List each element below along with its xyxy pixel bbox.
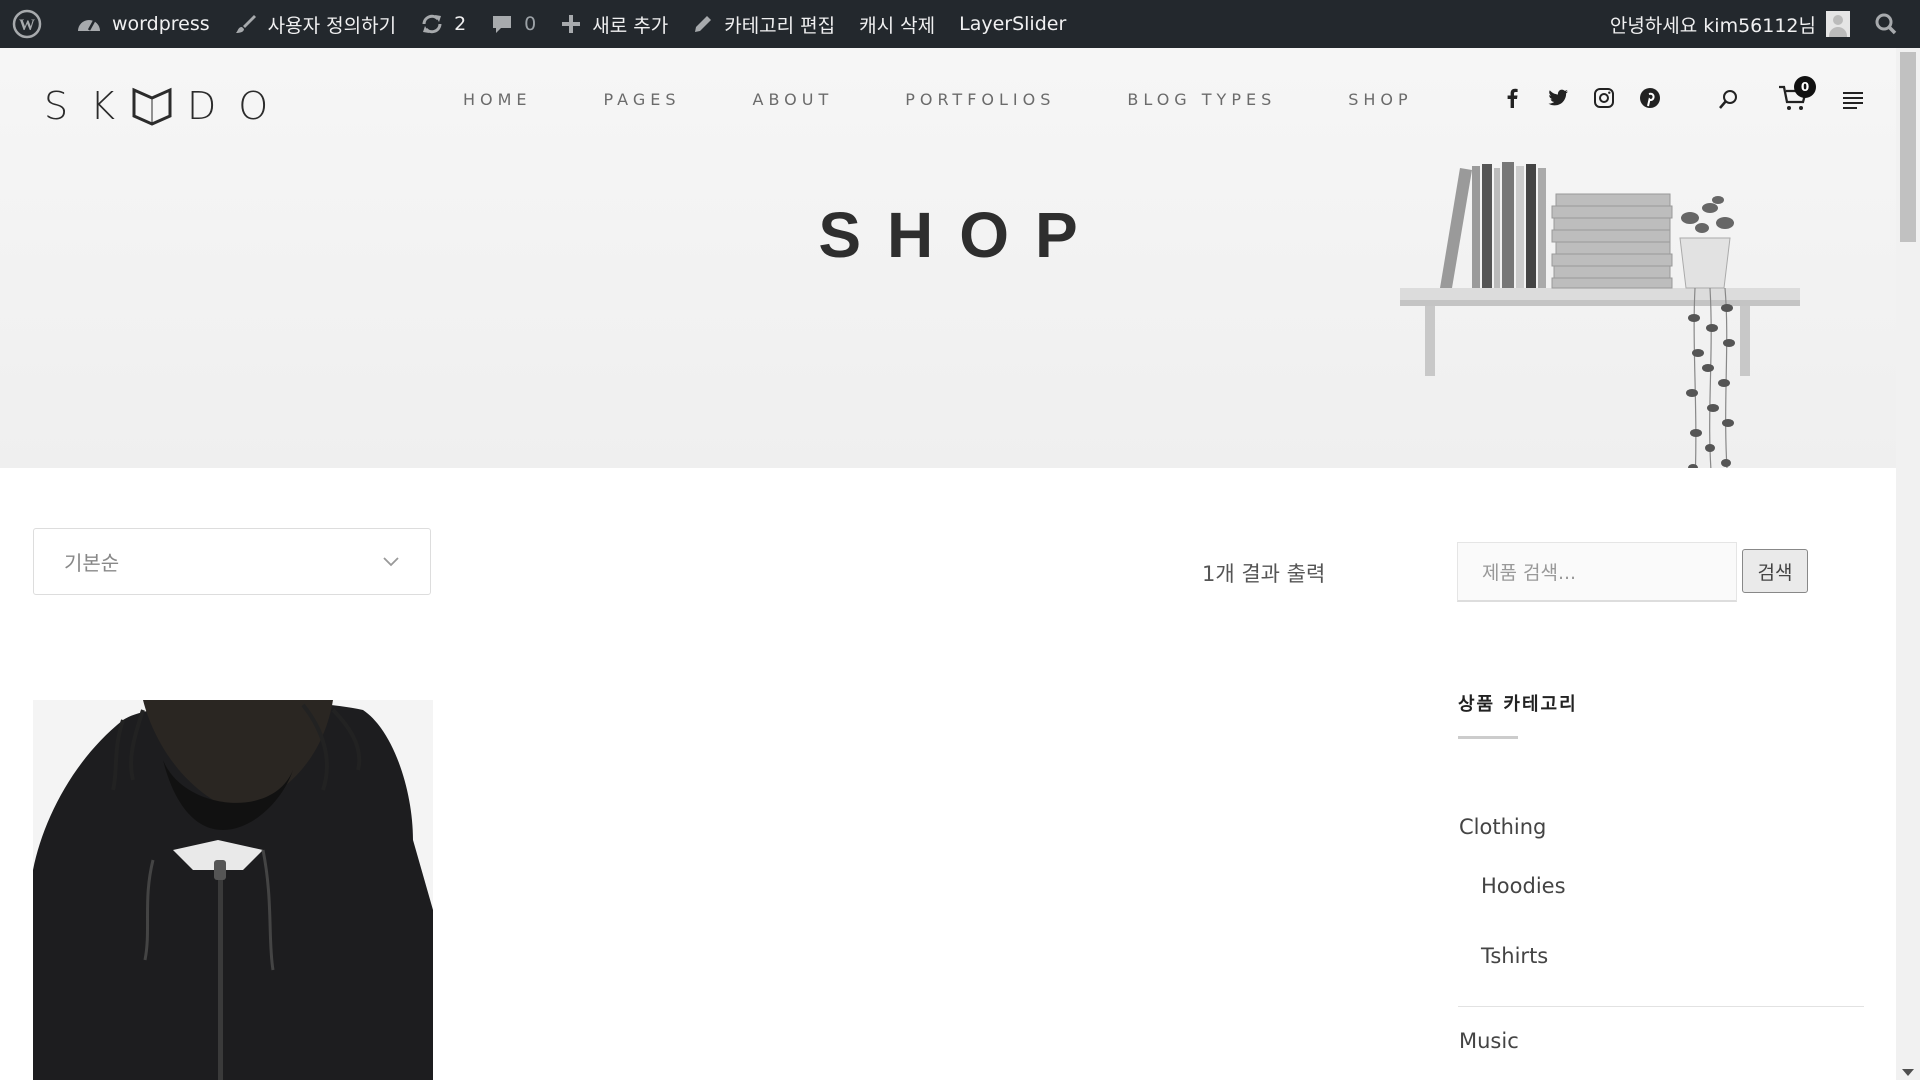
widget-title-underline [1458, 736, 1518, 739]
brush-icon [235, 15, 256, 33]
orderby-select[interactable]: 기본순 [33, 528, 431, 595]
logo-text-right: DO [187, 84, 291, 128]
scroll-down-arrow-icon[interactable] [1902, 1069, 1914, 1076]
main-nav: HOME PAGES ABOUT PORTFOLIOS BLOG TYPES S… [463, 90, 1485, 109]
product-search-button[interactable]: 검색 [1742, 549, 1808, 593]
nav-item-home[interactable]: HOME [463, 90, 532, 109]
nav-item-about[interactable]: ABOUT [753, 90, 834, 109]
updates-icon [422, 14, 442, 34]
updates-count: 2 [454, 13, 467, 35]
social-links [1500, 86, 1662, 110]
product-image[interactable] [33, 700, 433, 1080]
site-name-menu[interactable]: wordpress [64, 0, 222, 48]
comments-link[interactable]: 0 [478, 0, 548, 48]
svg-text:W: W [19, 17, 35, 34]
search-icon [1875, 13, 1897, 35]
categories-widget-title: 상품 카테고리 [1458, 694, 1578, 715]
new-content-menu[interactable]: 새로 추가 [548, 0, 680, 48]
pinterest-icon[interactable] [1638, 86, 1662, 110]
nav-item-pages[interactable]: PAGES [604, 90, 681, 109]
category-music[interactable]: Music [1459, 1029, 1519, 1053]
product-search-input[interactable]: 제품 검색... [1457, 542, 1737, 602]
instagram-icon[interactable] [1592, 86, 1616, 110]
wordpress-icon: W [12, 9, 42, 39]
product-photo-hoodie [33, 700, 433, 1080]
my-account-menu[interactable]: 안녕하세요 kim56112님 [1598, 0, 1862, 48]
chevron-down-icon [383, 556, 399, 566]
clear-cache-label: 캐시 삭제 [859, 14, 936, 37]
edit-category-label: 카테고리 편집 [724, 14, 836, 37]
page-scrollbar[interactable] [1896, 48, 1920, 1080]
dashboard-icon [78, 20, 100, 31]
layerslider-label: LayerSlider [959, 13, 1067, 35]
nav-item-shop[interactable]: SHOP [1348, 90, 1412, 109]
admin-search-button[interactable] [1862, 0, 1920, 48]
wp-logo-menu[interactable]: W [0, 0, 64, 48]
page-hero: SK DO HOME PAGES ABOUT PORTFOLIOS BLOG T… [0, 48, 1896, 468]
pencil-icon [695, 16, 712, 32]
facebook-icon[interactable] [1500, 86, 1524, 110]
shelf-illustration [1400, 162, 1800, 468]
site-name: wordpress [112, 13, 210, 35]
site-logo[interactable]: SK DO [44, 84, 290, 128]
category-clothing[interactable]: Clothing [1459, 815, 1546, 839]
comment-icon [493, 16, 512, 33]
search-placeholder: 제품 검색... [1482, 562, 1577, 584]
category-hoodies[interactable]: Hoodies [1481, 874, 1566, 898]
plus-icon [562, 15, 581, 33]
cart-count-badge: 0 [1794, 76, 1816, 98]
clear-cache-link[interactable]: 캐시 삭제 [847, 0, 947, 48]
customize-link[interactable]: 사용자 정의하기 [222, 0, 408, 48]
scrollbar-thumb[interactable] [1900, 52, 1916, 242]
twitter-icon[interactable] [1546, 86, 1570, 110]
updates-link[interactable]: 2 [408, 0, 478, 48]
nav-item-portfolios[interactable]: PORTFOLIOS [905, 90, 1055, 109]
avatar [1826, 11, 1850, 37]
orderby-value: 기본순 [64, 551, 120, 575]
nav-item-blog-types[interactable]: BLOG TYPES [1127, 90, 1276, 109]
wp-admin-bar: W wordpress 사용자 정의하기 2 0 새로 추가 카테고리 편집 캐… [0, 0, 1920, 48]
category-divider [1458, 1006, 1864, 1007]
new-label: 새로 추가 [592, 14, 669, 37]
edit-category-link[interactable]: 카테고리 편집 [680, 0, 847, 48]
logo-text-left: SK [44, 84, 138, 128]
customize-label: 사용자 정의하기 [267, 14, 397, 37]
category-tshirts[interactable]: Tshirts [1481, 944, 1548, 968]
menu-icon[interactable] [1842, 90, 1864, 110]
greeting: 안녕하세요 kim56112님 [1609, 14, 1816, 37]
result-count: 1개 결과 출력 [1202, 562, 1326, 586]
layerslider-link[interactable]: LayerSlider [947, 0, 1078, 48]
comments-count: 0 [524, 13, 537, 35]
logo-mark-icon [132, 87, 172, 126]
